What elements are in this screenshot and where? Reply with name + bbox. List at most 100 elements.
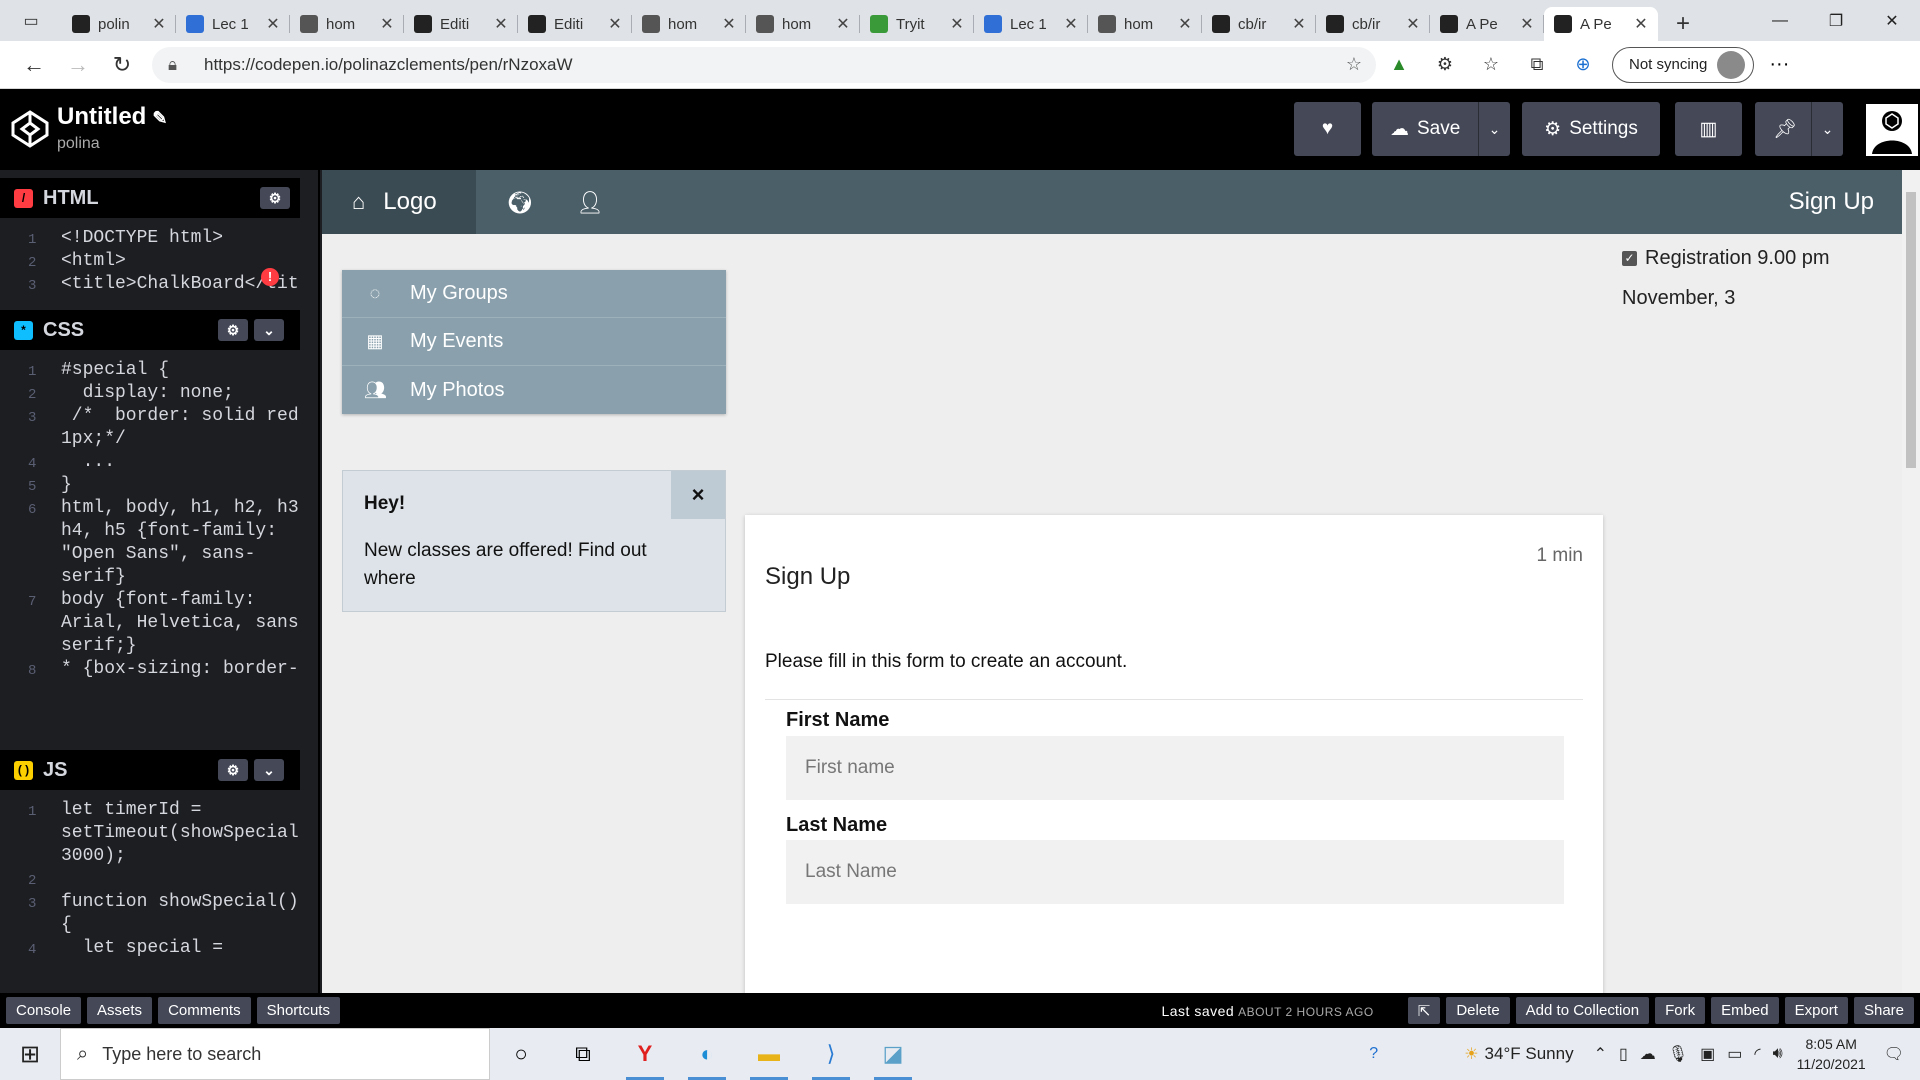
browser-tab[interactable]: cb/ir ✕: [1202, 7, 1316, 41]
windows-start-icon[interactable]: ⊞: [0, 1028, 60, 1080]
footer-button-export[interactable]: Export: [1784, 997, 1848, 1024]
edge-browser-icon[interactable]: ◐: [676, 1028, 738, 1080]
footer-button-assets[interactable]: Assets: [87, 997, 153, 1024]
side-menu-item[interactable]: ▦ My Events: [342, 318, 726, 366]
html-editor-header[interactable]: / HTML ⚙: [0, 178, 300, 218]
alert-close-button[interactable]: ×: [671, 471, 725, 519]
tab-close-icon[interactable]: ✕: [1178, 14, 1192, 34]
side-menu-item[interactable]: 👥︎ My Photos: [342, 366, 726, 414]
browser-tab[interactable]: hom ✕: [746, 7, 860, 41]
tab-close-icon[interactable]: ✕: [266, 14, 280, 34]
back-icon[interactable]: ←: [12, 45, 56, 85]
tab-close-icon[interactable]: ✕: [1634, 14, 1648, 34]
url-field[interactable]: 🔒︎ https://codepen.io/polinazclements/pe…: [152, 46, 1376, 83]
pin-button[interactable]: 📌︎ ⌄: [1755, 102, 1843, 156]
side-menu-item[interactable]: ◌ My Groups: [342, 270, 726, 318]
browser-tab[interactable]: Lec 1 ✕: [974, 7, 1088, 41]
footer-button-console[interactable]: Console: [6, 997, 82, 1024]
js-editor-header[interactable]: ( ) JS ⚙ ⌄: [0, 750, 300, 790]
volume-icon[interactable]: 🔊︎: [1773, 1045, 1783, 1063]
tab-close-icon[interactable]: ✕: [608, 14, 622, 34]
tab-close-icon[interactable]: ✕: [836, 14, 850, 34]
app-icon[interactable]: ◪: [862, 1028, 924, 1080]
yandex-browser-icon[interactable]: Y: [614, 1028, 676, 1080]
forward-icon[interactable]: →: [56, 45, 100, 85]
extensions-icon[interactable]: ⚙: [1422, 45, 1468, 85]
scrollbar-thumb[interactable]: [1906, 192, 1916, 468]
user-avatar[interactable]: [1864, 102, 1920, 158]
more-menu-icon[interactable]: ···: [1754, 53, 1804, 76]
microphone-icon[interactable]: 🎙︎: [1668, 1044, 1688, 1064]
tab-close-icon[interactable]: ✕: [1292, 14, 1306, 34]
codepen-logo-icon[interactable]: [10, 109, 50, 149]
tab-close-icon[interactable]: ✕: [1520, 14, 1534, 34]
close-window-icon[interactable]: ✕: [1864, 0, 1920, 41]
extension-html-icon[interactable]: ▲: [1376, 45, 1422, 85]
footer-button-fork[interactable]: Fork: [1655, 997, 1706, 1024]
html-settings-icon[interactable]: ⚙: [260, 187, 290, 209]
sync-button[interactable]: Not syncing: [1612, 46, 1755, 83]
globe-icon[interactable]: 🌍︎: [506, 190, 534, 216]
settings-button[interactable]: ⚙ Settings: [1522, 102, 1660, 156]
weather-text[interactable]: 34°F Sunny: [1485, 1044, 1574, 1064]
favorites-icon[interactable]: ☆: [1468, 45, 1514, 85]
js-settings-icon[interactable]: ⚙: [218, 759, 248, 781]
first-name-field[interactable]: First name: [786, 736, 1564, 800]
user-icon[interactable]: 👤︎: [576, 190, 604, 216]
open-external-icon[interactable]: ⇱: [1407, 997, 1441, 1024]
downloads-icon[interactable]: ⊕: [1560, 45, 1606, 85]
footer-button-share[interactable]: Share: [1853, 997, 1914, 1024]
preview-scrollbar[interactable]: [1902, 170, 1920, 993]
cortana-icon[interactable]: ○: [490, 1028, 552, 1080]
save-button[interactable]: ☁ Save ⌄: [1372, 102, 1510, 156]
like-button[interactable]: ♥: [1294, 102, 1361, 156]
browser-tab[interactable]: hom ✕: [1088, 7, 1202, 41]
favorite-icon[interactable]: ☆: [1346, 54, 1362, 75]
device-icon[interactable]: ▯: [1619, 1044, 1628, 1064]
layout-button[interactable]: ▥: [1675, 102, 1742, 156]
nav-logo-link[interactable]: ⌂ Logo: [322, 170, 476, 234]
camera-icon[interactable]: ▣: [1700, 1044, 1715, 1064]
save-dropdown-icon[interactable]: ⌄: [1478, 102, 1510, 156]
css-collapse-icon[interactable]: ⌄: [254, 319, 284, 341]
onedrive-icon[interactable]: ☁: [1640, 1044, 1656, 1064]
tab-close-icon[interactable]: ✕: [152, 14, 166, 34]
chevron-up-icon[interactable]: ⌃: [1594, 1044, 1607, 1064]
minimize-icon[interactable]: —: [1752, 0, 1808, 41]
refresh-icon[interactable]: ↻: [100, 45, 144, 85]
footer-button-delete[interactable]: Delete: [1446, 997, 1510, 1024]
browser-tab[interactable]: cb/ir ✕: [1316, 7, 1430, 41]
vscode-icon[interactable]: ⟩: [800, 1028, 862, 1080]
tab-close-icon[interactable]: ✕: [722, 14, 736, 34]
pin-dropdown-icon[interactable]: ⌄: [1811, 102, 1843, 156]
error-icon[interactable]: !: [261, 268, 279, 286]
footer-button-embed[interactable]: Embed: [1711, 997, 1779, 1024]
css-editor-header[interactable]: * CSS ⚙ ⌄: [0, 310, 300, 350]
last-name-field[interactable]: Last Name: [786, 840, 1564, 904]
file-explorer-icon[interactable]: ▬: [738, 1028, 800, 1080]
tab-close-icon[interactable]: ✕: [1406, 14, 1420, 34]
browser-tab[interactable]: A Pe ✕: [1544, 7, 1658, 41]
task-view-icon[interactable]: ⧉: [552, 1028, 614, 1080]
footer-button-comments[interactable]: Comments: [158, 997, 251, 1024]
collections-icon[interactable]: ⧉: [1514, 45, 1560, 85]
js-code-editor[interactable]: 1 let timerId = setTimeout(showSpecial, 300…: [0, 796, 300, 986]
browser-tab[interactable]: polin ✕: [62, 7, 176, 41]
tab-close-icon[interactable]: ✕: [950, 14, 964, 34]
pen-author[interactable]: polina: [57, 135, 100, 153]
footer-button-add-to-collection[interactable]: Add to Collection: [1515, 997, 1650, 1024]
html-code-editor[interactable]: 1 <!DOCTYPE html> 2 <html> 3 <title>ChalkBoar…: [0, 224, 300, 294]
tab-close-icon[interactable]: ✕: [1064, 14, 1078, 34]
notifications-icon[interactable]: 🗨︎: [1884, 1044, 1904, 1064]
checkbox-icon[interactable]: ✓: [1622, 251, 1637, 266]
tab-actions-icon[interactable]: ▭: [0, 0, 62, 41]
clock[interactable]: 8:05 AM 11/20/2021: [1797, 1034, 1866, 1074]
browser-tab[interactable]: hom ✕: [290, 7, 404, 41]
wifi-icon[interactable]: ◜: [1754, 1044, 1760, 1064]
help-icon[interactable]: ?: [1369, 1045, 1378, 1063]
browser-tab[interactable]: Lec 1 ✕: [176, 7, 290, 41]
tab-close-icon[interactable]: ✕: [380, 14, 394, 34]
tab-close-icon[interactable]: ✕: [494, 14, 508, 34]
battery-icon[interactable]: ▭: [1727, 1044, 1742, 1064]
edit-pencil-icon[interactable]: ✎: [152, 108, 167, 128]
